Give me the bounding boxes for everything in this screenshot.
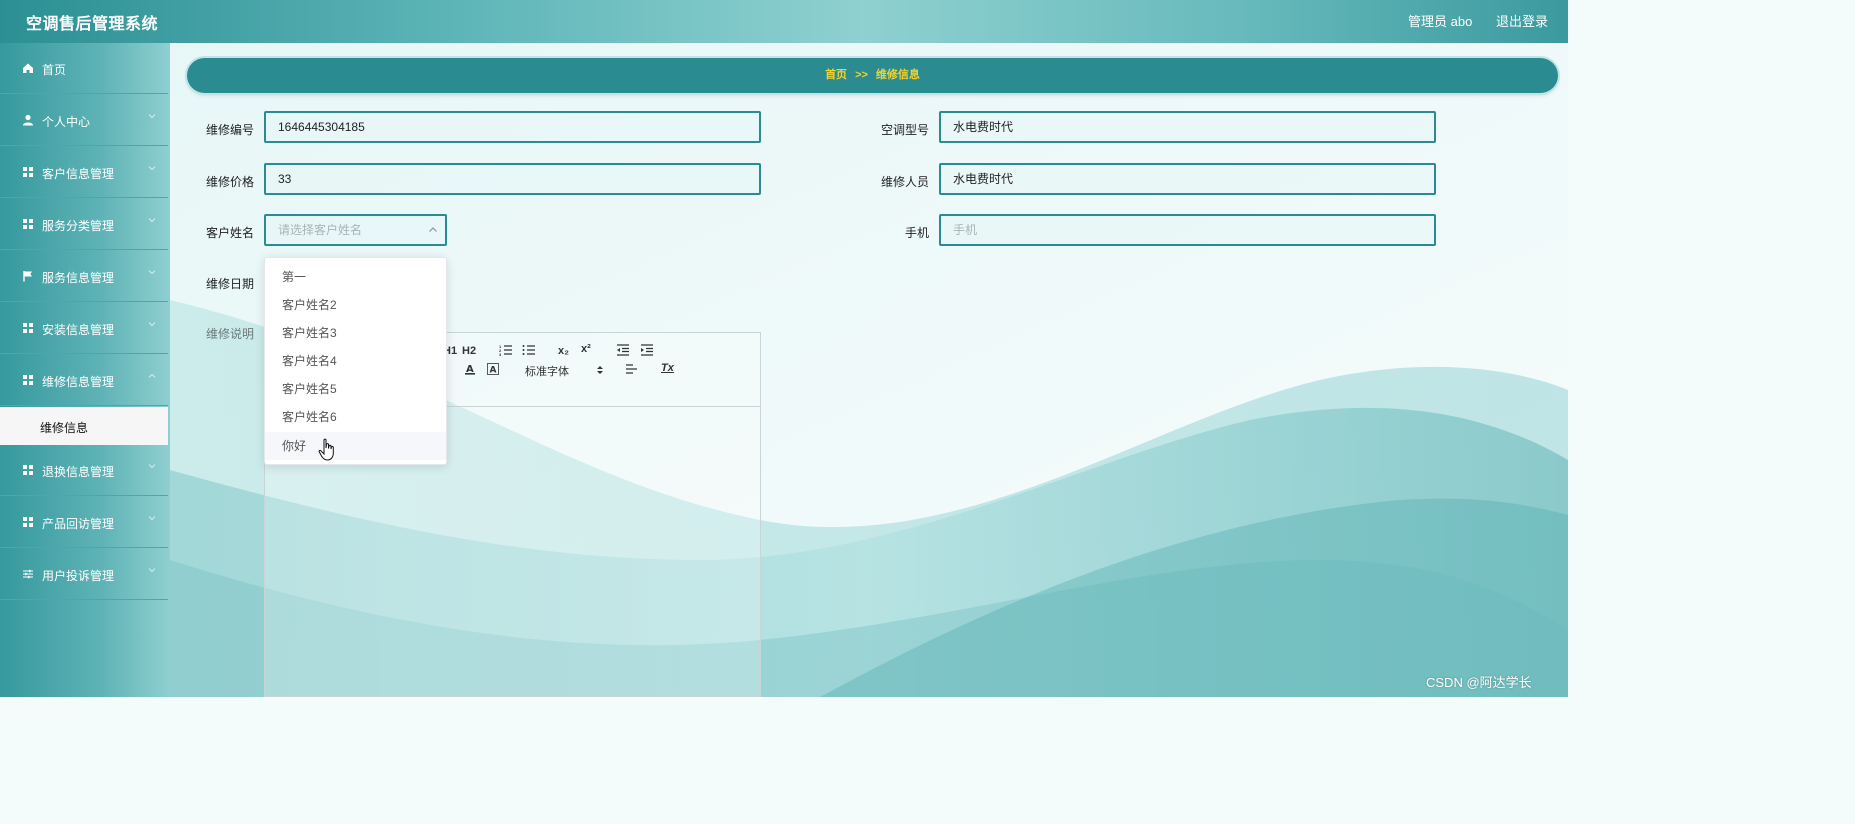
sidebar-item-label: 个人中心 [42,115,91,129]
dropdown-option[interactable]: 你好 [265,432,446,460]
chevron-down-icon [148,322,156,327]
select-arrows-icon[interactable] [596,365,604,375]
hand-cursor-icon [318,438,334,461]
repair-price-field[interactable]: 33 [264,163,761,195]
ac-model-label: 空调型号 [880,123,929,137]
logout-link[interactable]: 退出登录 [1496,11,1548,30]
repair-date-label: 维修日期 [205,277,254,291]
sidebar-item-label: 客户信息管理 [42,167,115,181]
ac-model-field[interactable]: 水电费时代 [939,111,1436,143]
grid-icon [23,323,33,333]
sidebar-item-customer-info[interactable]: 客户信息管理 [0,147,168,198]
font-family-select[interactable]: 标准字体 [525,363,569,379]
repair-staff-label: 维修人员 [880,175,929,189]
grid-icon [23,517,33,527]
indent-icon[interactable] [640,344,654,356]
sidebar-item-label: 服务分类管理 [42,219,115,233]
home-icon [23,63,33,73]
dropdown-option[interactable]: 客户姓名4 [265,347,446,375]
current-user-label: 管理员 abo [1408,14,1473,29]
chevron-down-icon [148,270,156,275]
sidebar-item-label: 退换信息管理 [42,465,115,479]
sidebar-item-label: 服务信息管理 [42,271,115,285]
sidebar-subitem-label: 维修信息 [40,421,89,435]
superscript-button[interactable]: x² [581,343,591,355]
flag-icon [23,271,32,282]
sidebar-item-label: 维修信息管理 [42,375,115,389]
watermark: CSDN @阿达学长 [1426,675,1532,690]
repair-desc-label: 维修说明 [205,327,254,341]
sidebar-item-install-info[interactable]: 安装信息管理 [0,303,168,354]
chevron-up-icon [148,373,156,378]
chevron-down-icon [148,166,156,171]
subscript-button[interactable]: x₂ [558,345,569,357]
grid-icon [23,167,33,177]
sidebar-item-label: 产品回访管理 [42,517,115,531]
repair-no-label: 维修编号 [205,123,254,137]
sidebar-item-service-info[interactable]: 服务信息管理 [0,251,168,302]
dropdown-option[interactable]: 第一 [265,263,446,291]
svg-text:A: A [490,366,497,376]
customer-name-select[interactable]: 请选择客户姓名 [264,214,447,246]
sidebar-item-label: 用户投诉管理 [42,569,115,583]
dropdown-option[interactable]: 客户姓名3 [265,319,446,347]
dropdown-option[interactable]: 客户姓名6 [265,403,446,431]
dropdown-option[interactable]: 客户姓名2 [265,291,446,319]
sliders-icon [23,569,33,579]
font-color-icon[interactable]: A [464,363,476,375]
bullet-list-icon[interactable] [522,344,536,356]
sidebar: 首页 个人中心 客户信息管理 服务分类管理 服务信息管理 安装信息管理 维修信息… [0,43,170,697]
grid-icon [23,465,33,475]
sidebar-item-service-category[interactable]: 服务分类管理 [0,199,168,250]
breadcrumb: 首页 >> 维修信息 [187,58,1558,93]
top-header: 空调售后管理系统 管理员 abo 退出登录 [0,0,1568,43]
chevron-up-icon[interactable] [428,225,438,235]
customer-name-dropdown: 第一 客户姓名2 客户姓名3 客户姓名4 客户姓名5 客户姓名6 你好 [264,257,447,465]
background-art [0,0,1568,697]
breadcrumb-home[interactable]: 首页 [825,69,847,81]
sidebar-item-personal-center[interactable]: 个人中心 [0,95,168,146]
clear-format-button[interactable]: Tx [661,362,674,374]
heading2-button[interactable]: H2 [462,345,476,357]
sidebar-item-return-exchange[interactable]: 退换信息管理 [0,445,168,496]
chevron-down-icon [148,568,156,573]
breadcrumb-current: 维修信息 [875,69,920,81]
sidebar-item-label: 安装信息管理 [42,323,115,337]
svg-text:3: 3 [499,352,502,356]
background-color-icon[interactable]: A [487,363,499,375]
dropdown-option[interactable]: 客户姓名5 [265,375,446,403]
sidebar-item-user-complaint[interactable]: 用户投诉管理 [0,549,168,600]
grid-icon [23,219,33,229]
sidebar-item-home[interactable]: 首页 [0,43,168,94]
chevron-down-icon [148,218,156,223]
phone-label: 手机 [904,226,929,240]
chevron-down-icon [148,516,156,521]
repair-price-label: 维修价格 [205,175,254,189]
app-title: 空调售后管理系统 [26,16,159,33]
phone-field[interactable]: 手机 [939,214,1436,246]
customer-name-label: 客户姓名 [205,226,254,240]
outdent-icon[interactable] [616,344,630,356]
sidebar-item-product-followup[interactable]: 产品回访管理 [0,497,168,548]
sidebar-subitem-repair-info[interactable]: 维修信息 [0,407,168,445]
ordered-list-icon[interactable]: 123 [499,344,513,356]
chevron-down-icon [148,114,156,119]
align-left-icon[interactable] [625,364,638,375]
repair-no-field[interactable]: 1646445304185 [264,111,761,143]
user-icon [23,114,33,126]
sidebar-item-repair-info[interactable]: 维修信息管理 [0,355,168,406]
sidebar-item-label: 首页 [42,63,67,77]
chevron-down-icon [148,464,156,469]
repair-staff-field[interactable]: 水电费时代 [939,163,1436,195]
breadcrumb-separator: >> [855,69,868,81]
grid-icon [23,375,33,385]
